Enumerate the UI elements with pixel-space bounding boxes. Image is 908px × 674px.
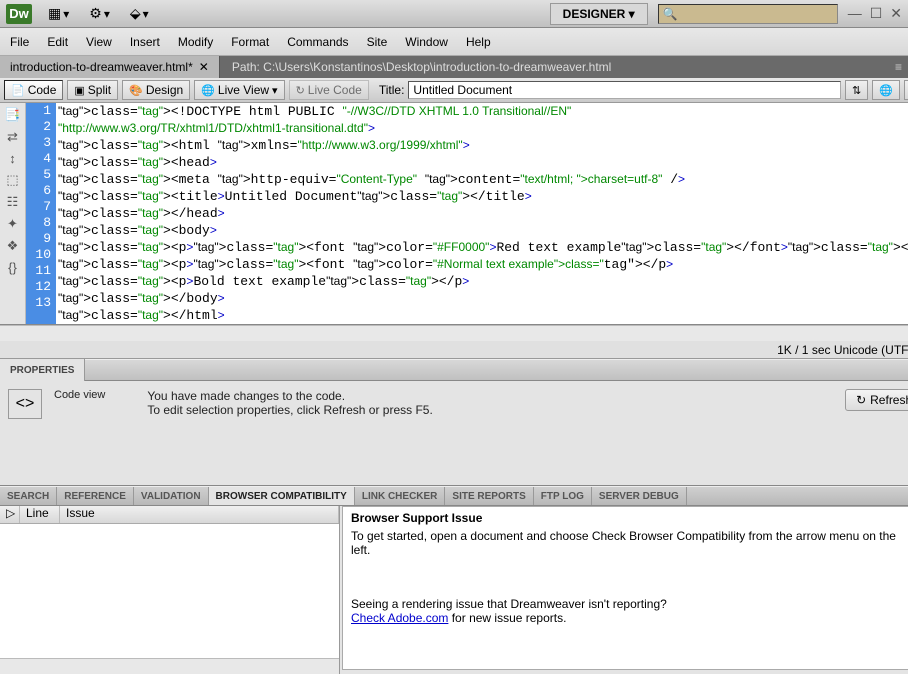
status-bar: 1K / 1 sec Unicode (UTF-8) xyxy=(0,341,908,359)
preview-icon[interactable]: 🌐 xyxy=(872,80,900,100)
results-tab-2[interactable]: VALIDATION xyxy=(134,487,209,505)
workspace-switcher[interactable]: DESIGNER ▾ xyxy=(550,3,648,25)
parent-tag-icon[interactable]: ⬚ xyxy=(6,172,18,188)
results-panel: ▷ Line Issue Browser Support Issue To ge… xyxy=(0,506,908,674)
site-icon: ⬙ xyxy=(130,5,141,22)
menu-modify[interactable]: Modify xyxy=(178,35,213,49)
menu-file[interactable]: File xyxy=(10,35,29,49)
menu-view[interactable]: View xyxy=(86,35,112,49)
search-icon: 🔍 xyxy=(663,7,678,21)
menu-format[interactable]: Format xyxy=(231,35,269,49)
results-columns: ▷ Line Issue xyxy=(0,506,339,524)
properties-panel: <> Code view You have made changes to th… xyxy=(0,381,908,486)
gear-icon: ⚙ xyxy=(89,5,102,22)
site-dropdown[interactable]: ⬙ ▾ xyxy=(122,5,157,22)
menu-edit[interactable]: Edit xyxy=(47,35,68,49)
document-tab-label: introduction-to-dreamweaver.html* xyxy=(10,60,193,74)
line-numbers: 12345678910111213 xyxy=(26,103,56,324)
maximize-button[interactable]: ☐ xyxy=(870,5,883,22)
issue-note: Seeing a rendering issue that Dreamweave… xyxy=(351,597,667,611)
expand-icon[interactable]: ↕ xyxy=(9,151,16,166)
results-tab-1[interactable]: REFERENCE xyxy=(57,487,134,505)
code-text[interactable]: "tag">class="tag"><!DOCTYPE html PUBLIC … xyxy=(56,103,908,324)
issue-note-tail: for new issue reports. xyxy=(448,611,566,625)
refresh-button[interactable]: ↻ Refresh xyxy=(845,389,908,411)
menu-insert[interactable]: Insert xyxy=(130,35,160,49)
menu-help[interactable]: Help xyxy=(466,35,491,49)
title-label: Title: xyxy=(379,83,405,97)
results-tabs: SEARCHREFERENCEVALIDATIONBROWSER COMPATI… xyxy=(0,486,908,506)
file-mgmt-icon[interactable]: ⇅ xyxy=(845,80,868,100)
title-input[interactable] xyxy=(408,81,841,99)
results-tab-0[interactable]: SEARCH xyxy=(0,487,57,505)
close-button[interactable]: ✕ xyxy=(890,5,902,22)
line-num-icon[interactable]: ✦ xyxy=(7,216,18,232)
properties-tab[interactable]: PROPERTIES xyxy=(0,359,85,381)
search-input[interactable]: 🔍 xyxy=(658,4,838,24)
results-tab-7[interactable]: SERVER DEBUG xyxy=(592,487,687,505)
layout-dropdown[interactable]: ▦ ▾ xyxy=(40,5,77,22)
results-play-icon[interactable]: ▷ xyxy=(0,506,20,523)
check-adobe-link[interactable]: Check Adobe.com xyxy=(351,611,448,625)
code-view-button[interactable]: 📄 Code xyxy=(4,80,63,100)
code-hscroll[interactable] xyxy=(0,325,908,341)
properties-header: PROPERTIES ≡ xyxy=(0,359,908,381)
code-gutter-tools: 📑 ⇄ ↕ ⬚ ☷ ✦ ❖ {} xyxy=(0,103,26,324)
code-editor[interactable]: 📑 ⇄ ↕ ⬚ ☷ ✦ ❖ {} 12345678910111213 "tag"… xyxy=(0,103,908,325)
layout-icon: ▦ xyxy=(48,5,61,22)
results-tab-5[interactable]: SITE REPORTS xyxy=(445,487,533,505)
code-view-label: Code view xyxy=(54,389,105,477)
split-view-button[interactable]: ▣ Split xyxy=(67,80,118,100)
props-msg-2: To edit selection properties, click Refr… xyxy=(147,403,432,417)
results-tab-6[interactable]: FTP LOG xyxy=(534,487,592,505)
results-tab-4[interactable]: LINK CHECKER xyxy=(355,487,446,505)
results-col-line: Line xyxy=(20,506,60,523)
app-logo: Dw xyxy=(6,4,32,24)
document-tab[interactable]: introduction-to-dreamweaver.html* ✕ xyxy=(0,56,220,78)
results-col-issue: Issue xyxy=(60,506,339,523)
minimize-button[interactable]: — xyxy=(848,5,862,22)
design-view-button[interactable]: 🎨 Design xyxy=(122,80,190,100)
issue-title: Browser Support Issue xyxy=(351,511,908,525)
menu-bar: File Edit View Insert Modify Format Commands Si… xyxy=(0,28,908,56)
refresh-icon[interactable]: ↻ xyxy=(904,80,908,100)
live-code-button[interactable]: ↻ Live Code xyxy=(289,80,369,100)
menu-commands[interactable]: Commands xyxy=(287,35,348,49)
document-tab-bar: introduction-to-dreamweaver.html* ✕ Path… xyxy=(0,56,908,78)
open-docs-icon[interactable]: 📑 xyxy=(4,107,20,123)
issue-body: To get started, open a document and choo… xyxy=(351,529,908,557)
results-hscroll[interactable] xyxy=(0,658,339,674)
highlight-icon[interactable]: ❖ xyxy=(7,238,19,254)
live-view-button[interactable]: 🌐 Live View ▾ xyxy=(194,80,284,100)
results-tab-3[interactable]: BROWSER COMPATIBILITY xyxy=(209,487,355,505)
collapse-icon[interactable]: ⇄ xyxy=(7,129,18,145)
menu-window[interactable]: Window xyxy=(405,35,448,49)
close-tab-icon[interactable]: ✕ xyxy=(199,60,209,74)
balance-icon[interactable]: ☷ xyxy=(7,194,19,210)
props-msg-1: You have made changes to the code. xyxy=(147,389,432,403)
syntax-icon[interactable]: {} xyxy=(8,260,17,275)
document-toolbar: 📄 Code ▣ Split 🎨 Design 🌐 Live View ▾ ↻ … xyxy=(0,78,908,103)
title-bar: Dw ▦ ▾ ⚙ ▾ ⬙ ▾ DESIGNER ▾ 🔍 — ☐ ✕ xyxy=(0,0,908,28)
document-path: Path: C:\Users\Konstantinos\Desktop\intr… xyxy=(220,60,895,74)
code-view-icon: <> xyxy=(8,389,42,419)
doc-menu-icon[interactable]: ≡ xyxy=(895,60,902,74)
extend-dropdown[interactable]: ⚙ ▾ xyxy=(81,5,118,22)
results-list[interactable] xyxy=(0,524,339,658)
menu-site[interactable]: Site xyxy=(367,35,388,49)
